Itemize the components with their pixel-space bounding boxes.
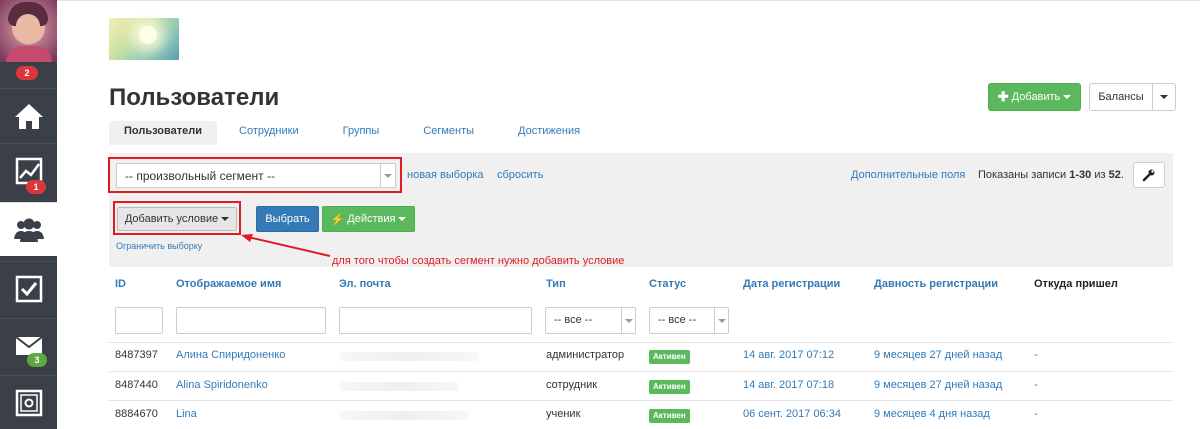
home-icon [14, 103, 43, 129]
column-header-status[interactable]: Статус [649, 278, 686, 290]
new-selection-link[interactable]: новая выборка [407, 169, 484, 181]
row-2-type: сотрудник [546, 379, 598, 391]
actions-label: Действия [347, 213, 396, 225]
column-header-type[interactable]: Тип [546, 278, 566, 290]
tab-segments[interactable]: Сегменты [401, 121, 496, 145]
tab-achievements[interactable]: Достижения [496, 121, 602, 145]
column-header-ago[interactable]: Давность регистрации [874, 278, 998, 290]
chevron-down-icon [714, 308, 728, 333]
records-dot: . [1120, 169, 1124, 181]
avatar[interactable] [0, 0, 57, 62]
actions-button[interactable]: ⚡ Действия [322, 206, 415, 232]
status-filter-value: -- все -- [658, 314, 697, 326]
tab-users[interactable]: Пользователи [109, 121, 218, 145]
tab-bar: Пользователи Сотрудники Группы Сегменты … [109, 121, 602, 145]
plus-icon: ✚ [997, 89, 1009, 104]
extra-fields-link[interactable]: Дополнительные поля [851, 169, 965, 181]
top-divider [57, 0, 1200, 1]
column-header-source: Откуда пришел [1034, 278, 1118, 290]
chevron-down-icon [1063, 95, 1072, 99]
reset-link[interactable]: сбросить [497, 169, 543, 181]
row-1-id: 8487397 [115, 349, 158, 361]
sidebar: 2 1 3 [0, 0, 57, 429]
settings-button[interactable] [1133, 162, 1165, 188]
chevron-down-icon [398, 217, 407, 221]
users-icon [13, 218, 44, 242]
row-1-email-redacted [339, 352, 479, 361]
records-of: из [1094, 169, 1106, 181]
row-2-source: - [1034, 379, 1038, 391]
add-button-label: Добавить [1011, 91, 1061, 103]
row-divider [109, 371, 1173, 372]
chevron-down-icon [621, 308, 635, 333]
avatar-notification-badge: 2 [16, 66, 38, 80]
avatar-face [16, 14, 40, 42]
lightning-icon: ⚡ [330, 213, 345, 226]
sidebar-item-users[interactable] [0, 202, 57, 256]
row-1-ago: 9 месяцев 27 дней назад [874, 349, 1003, 361]
row-1-type: администратор [546, 349, 625, 361]
row-3-date: 06 сент. 2017 06:34 [743, 408, 841, 420]
annotation-arrow [241, 234, 331, 257]
row-1-status-badge: Активен [649, 350, 690, 364]
balances-button[interactable]: Балансы [1089, 83, 1153, 111]
sidebar-item-home[interactable] [0, 88, 57, 142]
tab-employees[interactable]: Сотрудники [217, 121, 321, 145]
highlight-segment-box [108, 157, 402, 193]
row-2-date: 14 авг. 2017 07:18 [743, 379, 835, 391]
row-1-source: - [1034, 349, 1038, 361]
row-2-name[interactable]: Alina Spiridonenko [176, 379, 268, 391]
email-filter-input[interactable] [339, 307, 532, 334]
choose-button[interactable]: Выбрать [256, 206, 319, 232]
page-title: Пользователи [109, 84, 280, 111]
row-3-status-badge: Активен [649, 409, 690, 423]
column-header-id[interactable]: ID [115, 278, 126, 290]
column-header-name[interactable]: Отображаемое имя [176, 278, 281, 290]
name-filter-input[interactable] [176, 307, 326, 334]
sidebar-item-messages[interactable]: 3 [0, 318, 57, 372]
sidebar-item-tasks[interactable] [0, 261, 57, 315]
sidebar-item-reports[interactable]: 1 [0, 143, 57, 197]
messages-badge: 3 [27, 353, 47, 367]
wrench-icon [1142, 169, 1155, 182]
row-2-ago: 9 месяцев 27 дней назад [874, 379, 1003, 391]
row-3-name[interactable]: Lina [176, 408, 197, 420]
records-range: 1-30 [1069, 169, 1092, 181]
school-logo[interactable] [109, 18, 179, 60]
logo-sun [139, 26, 157, 44]
reports-badge: 1 [26, 180, 46, 194]
annotation-text: для того чтобы создать сегмент нужно доб… [332, 255, 625, 267]
sidebar-item-finance[interactable] [0, 375, 57, 429]
safe-icon [15, 389, 42, 416]
row-divider [109, 400, 1173, 401]
row-2-status-badge: Активен [649, 380, 690, 394]
status-filter-select[interactable]: -- все -- [649, 307, 729, 334]
row-1-name[interactable]: Алина Спиридоненко [176, 349, 285, 361]
column-header-date[interactable]: Дата регистрации [743, 278, 840, 290]
row-1-date: 14 авг. 2017 07:12 [743, 349, 835, 361]
row-3-id: 8884670 [115, 408, 158, 420]
id-filter-input[interactable] [115, 307, 163, 334]
column-header-email[interactable]: Эл. почта [339, 278, 391, 290]
row-2-id: 8487440 [115, 379, 158, 391]
row-3-email-redacted [339, 411, 469, 420]
row-3-source: - [1034, 408, 1038, 420]
row-3-type: ученик [546, 408, 581, 420]
type-filter-select[interactable]: -- все -- [545, 307, 636, 334]
avatar-shirt [6, 46, 52, 62]
limit-selection-link[interactable]: Ограничить выборку [116, 241, 202, 251]
chevron-down-icon [1160, 95, 1168, 99]
type-filter-value: -- все -- [554, 314, 593, 326]
tab-groups[interactable]: Группы [321, 121, 402, 145]
row-2-email-redacted [339, 382, 459, 391]
add-button[interactable]: ✚ Добавить [988, 83, 1081, 111]
records-info: Показаны записи 1-30 из 52. [978, 169, 1124, 181]
records-prefix: Показаны записи [978, 169, 1067, 181]
checkbox-icon [15, 275, 42, 302]
row-divider [109, 342, 1173, 343]
balances-dropdown-toggle[interactable] [1152, 83, 1176, 111]
row-3-ago: 9 месяцев 4 дня назад [874, 408, 990, 420]
highlight-condition-box [113, 201, 241, 235]
records-total: 52 [1108, 169, 1121, 181]
